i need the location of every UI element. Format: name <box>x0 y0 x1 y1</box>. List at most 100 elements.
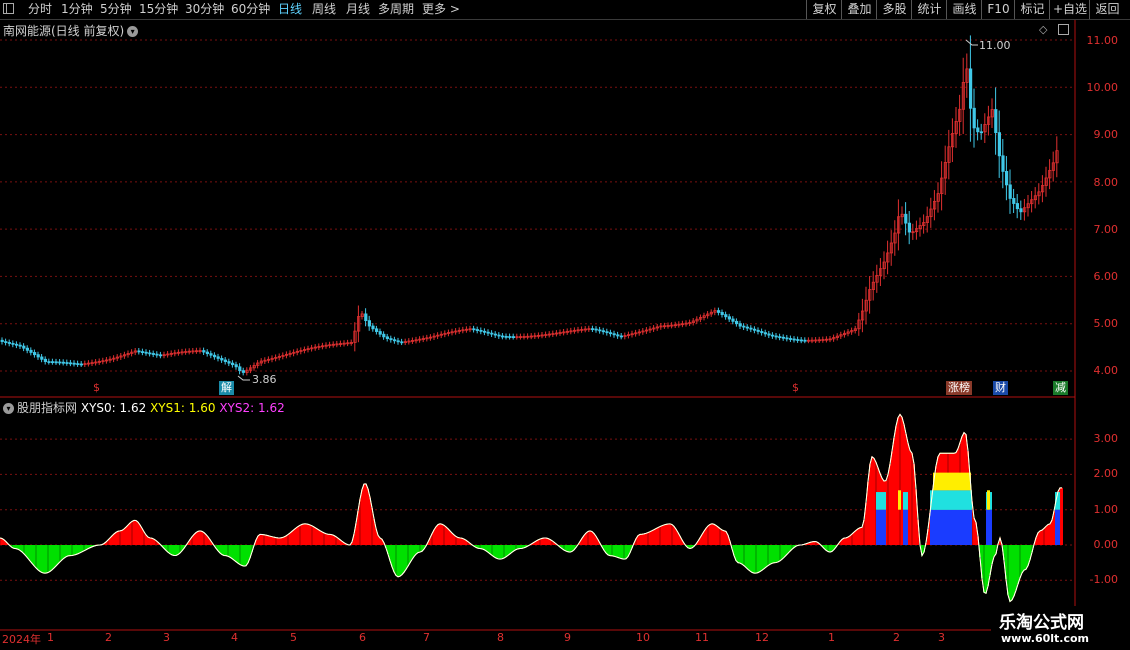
time-tick: 6 <box>359 631 366 644</box>
candle-body <box>511 336 516 338</box>
event-marker-reduce[interactable]: 减 <box>1053 381 1068 395</box>
time-tick: 1 <box>828 631 835 644</box>
candle-body <box>400 341 404 344</box>
candle-body <box>14 343 19 346</box>
signal-block-blue <box>1055 509 1060 545</box>
candle-body <box>972 107 976 129</box>
kline-chart[interactable] <box>0 0 1130 650</box>
event-marker-finance[interactable]: 财 <box>993 381 1008 395</box>
time-tick: 10 <box>636 631 650 644</box>
candle-body <box>61 361 66 364</box>
candle-body <box>58 361 62 364</box>
event-marker-unlock[interactable]: 解 <box>219 381 234 395</box>
maximize-icon[interactable] <box>1058 24 1069 35</box>
candle-body <box>1005 171 1009 186</box>
candle-body <box>151 353 155 355</box>
candle-body <box>1019 208 1023 213</box>
candle-body <box>392 339 397 342</box>
candle-body <box>735 320 739 325</box>
candle-body <box>486 331 490 334</box>
xys1-value: 1.60 <box>188 401 216 415</box>
candle-body <box>785 337 789 340</box>
price-tick: 9.00 <box>1093 128 1119 141</box>
candle-body <box>612 333 616 336</box>
candle-body <box>731 318 735 322</box>
event-marker-dividend[interactable]: $ <box>91 381 102 395</box>
xys2-label: XYS2: <box>219 401 255 415</box>
candle-body <box>69 362 73 365</box>
time-tick: 3 <box>163 631 170 644</box>
candle-body <box>1001 155 1005 172</box>
candle-body <box>155 353 159 356</box>
xys2-value: 1.62 <box>258 401 285 415</box>
candle-body <box>738 323 742 327</box>
candle-body <box>158 354 163 357</box>
diamond-icon[interactable]: ◇ <box>1039 23 1047 36</box>
indicator-name: 股朋指标网 <box>17 401 78 415</box>
candle-body <box>25 347 30 351</box>
chevron-down-icon[interactable]: ▾ <box>127 26 139 37</box>
candle-body <box>230 362 235 366</box>
candle-body <box>76 363 80 365</box>
chevron-down-icon[interactable]: ▾ <box>3 403 14 414</box>
time-tick: 8 <box>497 631 504 644</box>
candle-body <box>774 335 778 338</box>
candle-body <box>753 328 757 331</box>
candle-body <box>756 329 760 332</box>
candle-body <box>717 310 721 313</box>
candle-body <box>767 333 771 336</box>
stock-title: 南网能源(日线 前复权) ▾ <box>3 22 139 39</box>
candle-body <box>781 336 786 339</box>
indicator-tick: 2.00 <box>1093 467 1119 480</box>
candle-body <box>1012 198 1016 204</box>
low-price-label: 3.86 <box>252 373 277 386</box>
candle-body <box>371 325 375 330</box>
price-tick: 7.00 <box>1093 223 1119 236</box>
candle-body <box>389 338 393 341</box>
candle-body <box>36 354 40 358</box>
candle-body <box>904 213 908 224</box>
candle-body <box>796 339 800 341</box>
candle-body <box>591 328 595 331</box>
candle-body <box>140 351 145 353</box>
xys0-label: XYS0: <box>80 401 116 415</box>
candle-body <box>385 336 390 339</box>
candle-body <box>749 327 753 330</box>
event-marker-dividend[interactable]: $ <box>790 381 801 395</box>
candle-body <box>209 353 213 356</box>
time-tick: 9 <box>564 631 571 644</box>
time-tick: 11 <box>695 631 709 644</box>
price-tick: 10.00 <box>1086 81 1119 94</box>
candle-body <box>594 328 598 331</box>
candle-body <box>778 336 782 339</box>
candle-body <box>220 358 224 361</box>
indicator-header: ▾ 股朋指标网 XYS0: 1.62 XYS1: 1.60 XYS2: 1.62 <box>3 399 285 416</box>
candle-body <box>396 340 400 343</box>
candle-body <box>378 331 382 335</box>
candle-body <box>18 344 22 347</box>
signal-block-yellow <box>933 472 971 491</box>
candle-body <box>51 361 55 364</box>
candle-body <box>43 358 48 362</box>
event-marker-top-gainer[interactable]: 涨榜 <box>946 381 972 395</box>
candle-body <box>7 342 11 344</box>
signal-block-blue <box>930 509 972 545</box>
watermark-title: 乐淘公式网 <box>999 613 1084 633</box>
candle-body <box>241 370 245 373</box>
candle-body <box>745 326 750 329</box>
candle-body <box>1008 184 1012 199</box>
candle-body <box>79 363 83 366</box>
candle-body <box>0 339 4 342</box>
candle-body <box>598 329 602 332</box>
candle-body <box>382 333 386 338</box>
candle-body <box>763 332 768 335</box>
candle-body <box>22 345 26 349</box>
time-tick: 3 <box>938 631 945 644</box>
signal-block-blue <box>986 509 992 545</box>
candle-body <box>994 109 998 134</box>
candle-body <box>72 362 76 365</box>
low-annotation-line <box>237 375 250 381</box>
candle-body <box>720 312 724 315</box>
candle-body <box>144 351 148 354</box>
indicator-tick: 0.00 <box>1093 538 1119 551</box>
